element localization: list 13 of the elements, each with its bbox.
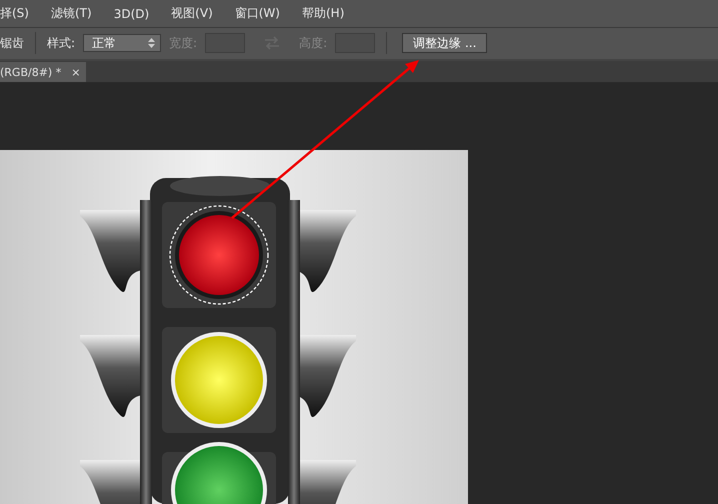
menu-item[interactable]: 滤镜(T) [50, 5, 92, 22]
menu-item[interactable]: 视图(V) [171, 5, 213, 22]
close-icon[interactable]: × [71, 66, 80, 78]
document-tab[interactable]: (RGB/8#) * × [0, 62, 86, 82]
style-label: 样式: [47, 34, 76, 52]
antialias-label: 锯齿 [0, 34, 24, 52]
menu-item[interactable]: 择(S) [0, 5, 29, 22]
menu-item[interactable]: 帮助(H) [302, 5, 344, 22]
refine-edge-button[interactable]: 调整边缘 ... [402, 33, 488, 54]
spinner-icon [148, 38, 156, 48]
style-select[interactable]: 正常 [83, 34, 162, 52]
menu-item[interactable]: 窗口(W) [234, 5, 280, 22]
menu-item[interactable]: 3D(D) [114, 6, 150, 21]
